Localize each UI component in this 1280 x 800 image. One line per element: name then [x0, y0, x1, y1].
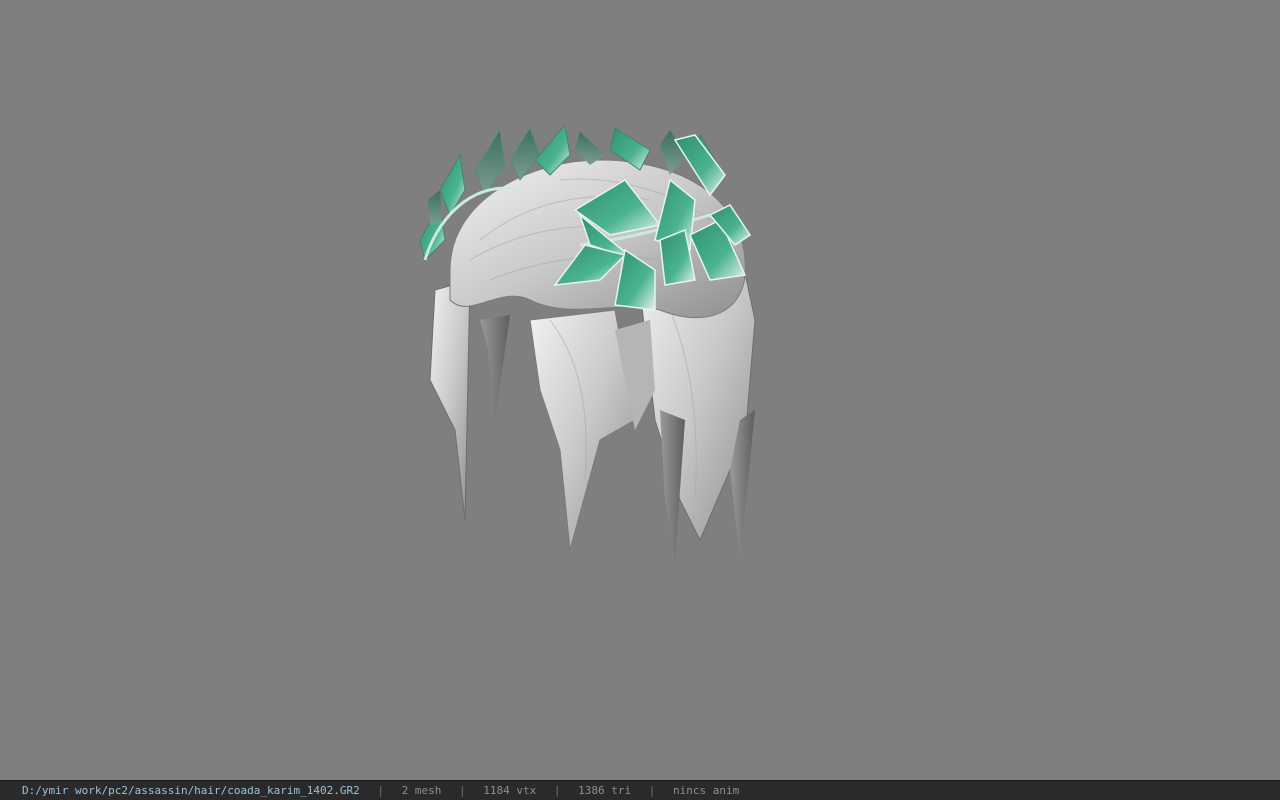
file-path: D:/ymir work/pc2/assassin/hair/coada_kar…	[22, 784, 360, 797]
vertex-count: 1184 vtx	[483, 784, 537, 797]
hair-model-render	[419, 123, 756, 560]
3d-viewport[interactable]	[0, 0, 1280, 780]
separator: |	[648, 784, 656, 797]
separator: |	[459, 784, 466, 797]
triangle-count: 1386 tri	[578, 784, 632, 797]
separator: |	[377, 784, 385, 797]
mesh-count: 2 mesh	[401, 784, 442, 797]
separator: |	[553, 784, 561, 797]
status-bar: D:/ymir work/pc2/assassin/hair/coada_kar…	[0, 780, 1280, 800]
animation-status: nincs anim	[672, 784, 740, 797]
